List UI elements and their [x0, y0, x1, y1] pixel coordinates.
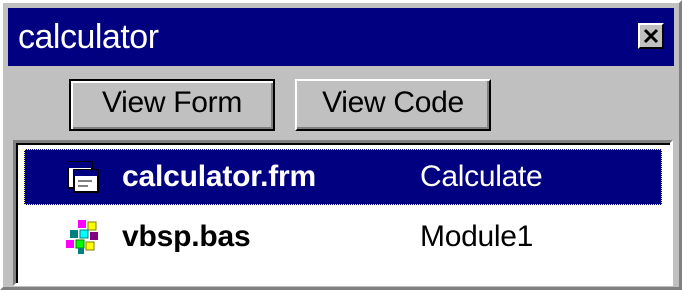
item-description: Module1 — [420, 220, 533, 253]
project-window: calculator View Form View Code calculato… — [0, 0, 682, 290]
close-button[interactable] — [638, 23, 664, 49]
form-icon — [64, 158, 102, 196]
module-icon — [64, 218, 102, 256]
window-title: calculator — [18, 18, 159, 56]
list-item[interactable]: vbsp.bas Module1 — [24, 209, 662, 265]
view-code-button[interactable]: View Code — [295, 79, 491, 131]
view-form-button[interactable]: View Form — [69, 79, 275, 131]
list-item[interactable]: calculator.frm Calculate — [24, 149, 662, 205]
file-list[interactable]: calculator.frm Calculate vbsp.bas Module — [13, 140, 673, 286]
item-name: calculator.frm — [122, 160, 316, 193]
item-description: Calculate — [420, 160, 543, 193]
item-name: vbsp.bas — [122, 220, 251, 253]
title-bar[interactable]: calculator — [8, 8, 674, 66]
close-icon — [643, 28, 659, 44]
